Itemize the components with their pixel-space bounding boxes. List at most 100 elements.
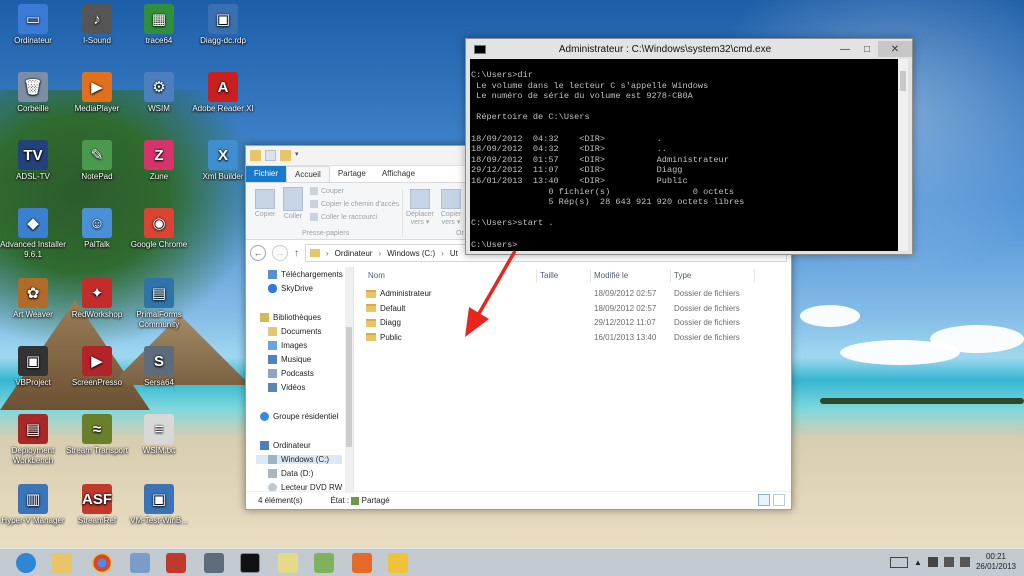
nav-item-podcasts[interactable]: Podcasts: [268, 369, 314, 378]
explorer-taskbar-button[interactable]: [44, 551, 80, 575]
desktop-icon[interactable]: ♪ I-Sound: [64, 4, 130, 46]
desktop-icon[interactable]: ≡ WSIM.txt: [126, 414, 192, 456]
cmd-scrollbar[interactable]: [898, 59, 908, 251]
tiles-view-icon[interactable]: [773, 494, 785, 506]
desktop-icon[interactable]: ▣ Diagg-dc.rdp: [190, 4, 256, 46]
nav-label: Ordinateur: [273, 441, 311, 450]
file-date: 16/01/2013 13:40: [594, 332, 657, 342]
ie-taskbar-button[interactable]: [8, 551, 44, 575]
snip-taskbar-button[interactable]: [270, 551, 306, 575]
tab-fichier[interactable]: Fichier: [246, 166, 287, 182]
cmd-titlebar[interactable]: Administrateur : C:\Windows\system32\cmd…: [466, 39, 912, 59]
desktop-icon[interactable]: ✿ Art Weaver: [0, 278, 66, 320]
desktop-icon[interactable]: ▣ VBProject: [0, 346, 66, 388]
desktop-icon[interactable]: ▤ Deployment Workbench: [0, 414, 66, 466]
nav-item-homegroup[interactable]: Groupe résidentiel: [260, 412, 338, 421]
desktop-icon[interactable]: ≈ Stream Transport: [64, 414, 130, 456]
nav-item-downloads[interactable]: Téléchargements: [268, 270, 343, 279]
forward-button[interactable]: →: [272, 245, 288, 261]
nav-item-computer[interactable]: Ordinateur: [260, 441, 311, 450]
office-taskbar-button[interactable]: [344, 551, 380, 575]
up-icon[interactable]: ↑: [294, 248, 299, 259]
desktop-icon[interactable]: ▶ MediaPlayer: [64, 72, 130, 114]
cloud: [800, 305, 860, 327]
nav-item-skydrive[interactable]: SkyDrive: [268, 284, 313, 293]
desktop-icon[interactable]: ▶ ScreenPresso: [64, 346, 130, 388]
scrollbar-thumb[interactable]: [346, 327, 352, 447]
desktop-icon[interactable]: ◆ Advanced Installer 9.6.1: [0, 208, 66, 260]
cmd-taskbar-button[interactable]: [232, 551, 268, 575]
nav-item-documents[interactable]: Documents: [268, 327, 321, 336]
volume-icon[interactable]: [959, 557, 970, 567]
desktop-icon[interactable]: ▥ Hyper-V Manager: [0, 484, 66, 526]
nav-item-data-d[interactable]: Data (D:): [268, 469, 313, 478]
column-divider: [754, 269, 755, 283]
desktop-icon[interactable]: S Sersa64: [126, 346, 192, 388]
network-icon[interactable]: [943, 557, 954, 567]
breadcrumb-item[interactable]: Windows (C:): [387, 249, 435, 258]
minimize-button[interactable]: —: [834, 41, 856, 57]
vs-taskbar-button[interactable]: [122, 551, 158, 575]
table-row[interactable]: Default 18/09/2012 02:57 Dossier de fichie…: [366, 304, 771, 318]
cut-button[interactable]: Couper: [310, 187, 344, 195]
nav-scrollbar[interactable]: [345, 267, 353, 493]
desktop-icon-label: WSIM: [148, 104, 170, 113]
details-view-icon[interactable]: [758, 494, 770, 506]
desktop-icon[interactable]: ▣ VM-Test-WinB...: [126, 484, 192, 526]
cmd-output[interactable]: C:\Users>dir Le volume dans le lecteur C…: [470, 59, 900, 251]
nav-item-music[interactable]: Musique: [268, 355, 311, 364]
tab-affichage[interactable]: Affichage: [374, 166, 423, 182]
desktop-icon[interactable]: 🗑 Corbeille: [0, 72, 66, 114]
paste-button[interactable]: Coller: [280, 187, 306, 220]
nav-item-images[interactable]: Images: [268, 341, 307, 350]
sersa-taskbar-button[interactable]: [196, 551, 232, 575]
desktop-icon[interactable]: TV ADSL-TV: [0, 140, 66, 182]
chrome-taskbar-button[interactable]: [84, 551, 120, 575]
table-row[interactable]: Diagg 29/12/2012 11:07 Dossier de fichiers: [366, 318, 771, 332]
column-header-name[interactable]: Nom: [368, 271, 385, 280]
copy-to-button[interactable]: Copier vers ▾: [436, 189, 466, 226]
clock[interactable]: 00:21 26/01/2013: [976, 552, 1016, 572]
column-header-modified[interactable]: Modifié le: [594, 271, 628, 280]
paste-shortcut-button[interactable]: Coller le raccourci: [310, 213, 377, 221]
view-buttons: [758, 494, 785, 506]
notepad-taskbar-button[interactable]: [306, 551, 342, 575]
desktop-icon[interactable]: ✦ RedWorkshop: [64, 278, 130, 320]
tab-accueil[interactable]: Accueil: [286, 166, 330, 182]
keyboard-icon[interactable]: [890, 556, 909, 568]
copy-button[interactable]: Copier: [252, 189, 278, 218]
new-folder-icon[interactable]: [280, 150, 291, 161]
maximize-button[interactable]: □: [856, 41, 878, 57]
desktop-icon[interactable]: ▦ trace64: [126, 4, 192, 46]
table-row[interactable]: Administrateur 18/09/2012 02:57 Dossier de…: [366, 289, 771, 303]
back-button[interactable]: ←: [250, 245, 266, 261]
copy-path-button[interactable]: Copier le chemin d'accès: [310, 200, 399, 208]
breadcrumb-item[interactable]: Ordinateur: [335, 249, 373, 258]
deployment-taskbar-button[interactable]: [158, 551, 194, 575]
desktop-icon[interactable]: A Adobe Reader XI: [190, 72, 256, 114]
desktop-icon[interactable]: ✎ NotePad: [64, 140, 130, 182]
move-to-button[interactable]: Déplacer vers ▾: [404, 189, 436, 226]
table-row[interactable]: Public 16/01/2013 13:40 Dossier de fichier…: [366, 333, 771, 347]
nav-item-windows-c[interactable]: Windows (C:): [256, 455, 342, 464]
desktop-icon[interactable]: ▤ PrimalForms Community: [126, 278, 192, 330]
nav-item-videos[interactable]: Vidéos: [268, 383, 305, 392]
chevron-down-icon[interactable]: ▾: [295, 150, 306, 161]
desktop-icon[interactable]: Z Zune: [126, 140, 192, 182]
desktop-icon[interactable]: ▭ Ordinateur: [0, 4, 66, 46]
column-header-size[interactable]: Taille: [540, 271, 558, 280]
close-button[interactable]: ✕: [878, 41, 912, 57]
tab-partage[interactable]: Partage: [330, 166, 374, 182]
cmd-window[interactable]: Administrateur : C:\Windows\system32\cmd…: [465, 38, 913, 255]
ink-taskbar-button[interactable]: [380, 551, 416, 575]
scrollbar-thumb[interactable]: [900, 71, 906, 91]
desktop-icon[interactable]: ☺ PalTalk: [64, 208, 130, 250]
nav-item-libraries[interactable]: Bibliothèques: [260, 313, 321, 322]
properties-icon[interactable]: [265, 150, 276, 161]
desktop-icon[interactable]: ASF StreamRef: [64, 484, 130, 526]
flag-icon[interactable]: [927, 557, 938, 567]
desktop-icon[interactable]: ⚙ WSIM: [126, 72, 192, 114]
column-header-type[interactable]: Type: [674, 271, 691, 280]
chevron-up-icon[interactable]: ▲: [914, 558, 922, 567]
desktop-icon[interactable]: ◉ Google Chrome: [126, 208, 192, 250]
